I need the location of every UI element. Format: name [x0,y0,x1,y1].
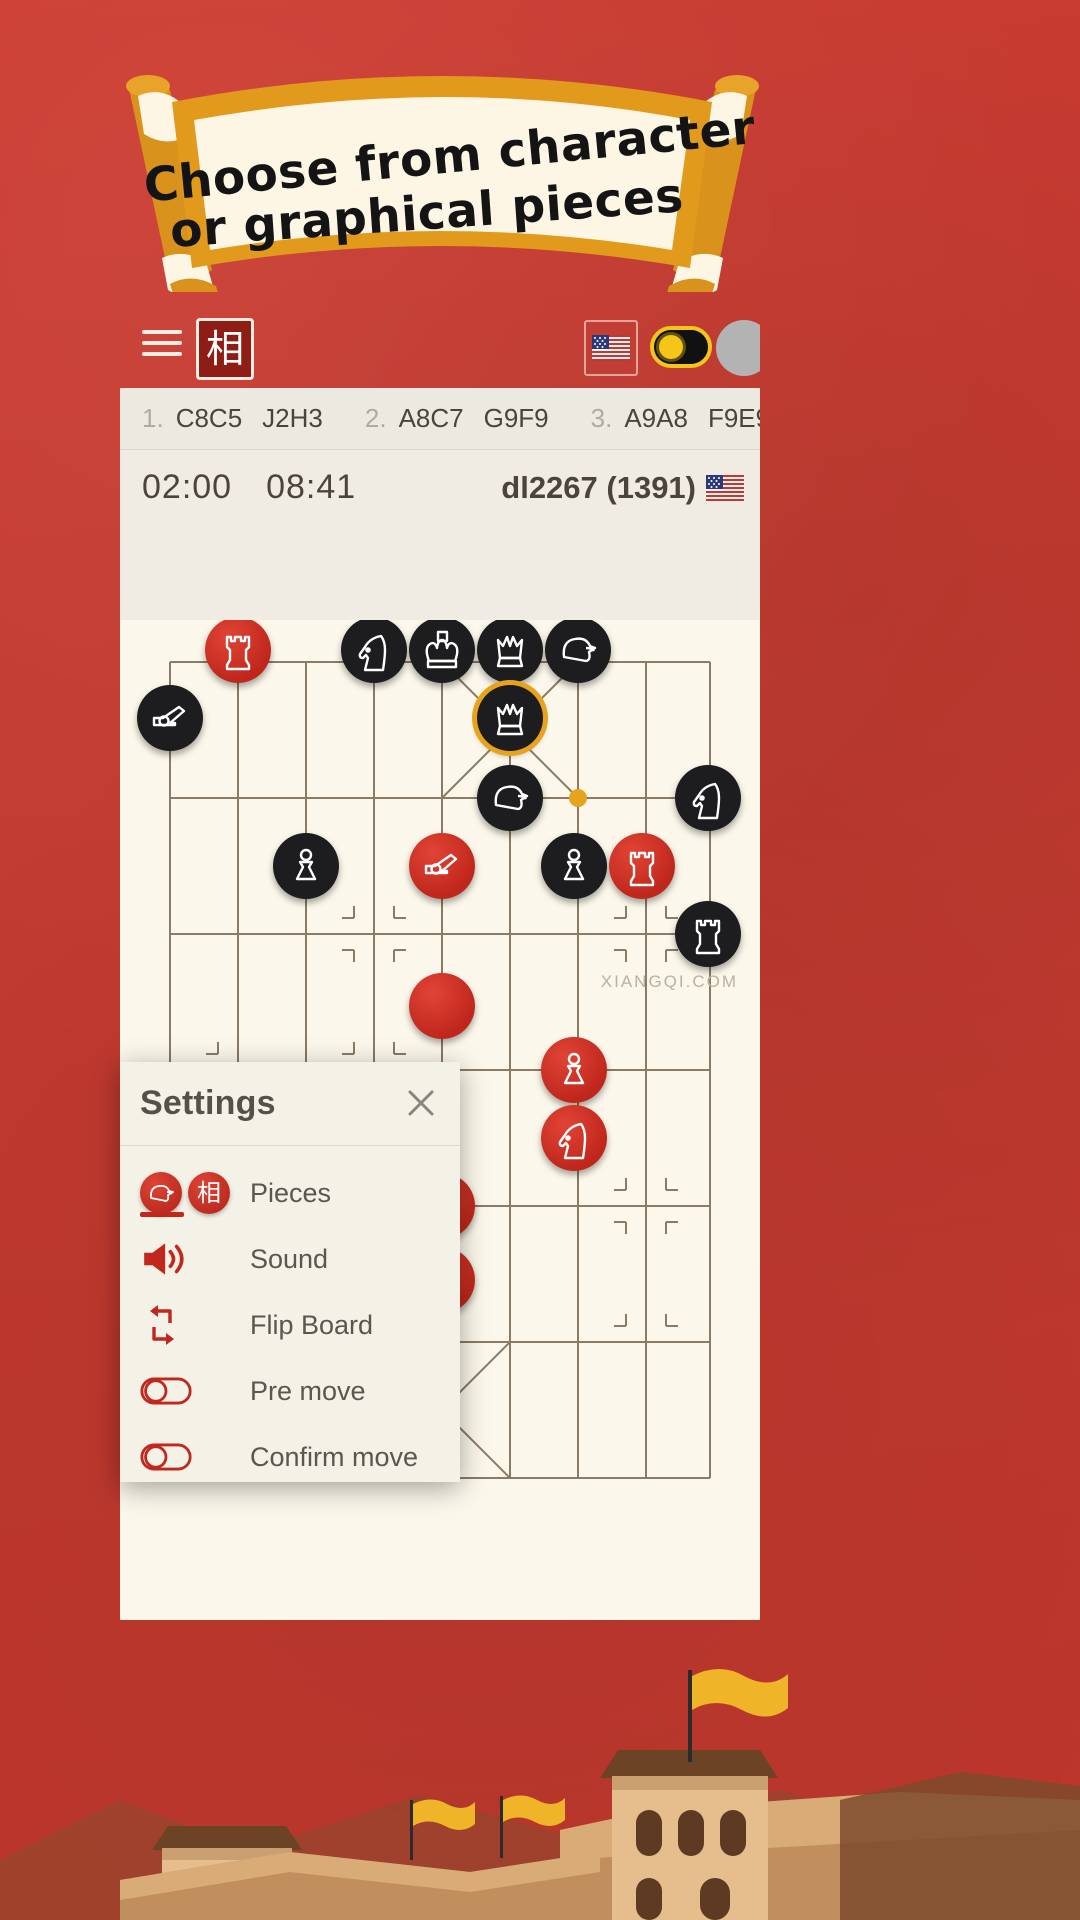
us-flag-icon [706,475,744,501]
move-black[interactable]: F9E9 [708,403,760,434]
move-red[interactable]: C8C5 [176,403,242,434]
piece-red-chariot[interactable] [205,620,271,683]
close-icon[interactable] [402,1084,440,1122]
piece-black-cannon[interactable] [137,685,203,751]
scroll-graphic [126,75,759,313]
settings-label-confirm-move: Confirm move [250,1441,419,1472]
move-list[interactable]: 1. C8C5 J2H3 2. A8C7 G9F9 3. A9A8 F9E9 4… [120,388,760,450]
piece-black-general[interactable] [409,620,475,683]
promo-banner: Choose from character or graphical piece… [110,62,775,313]
piece-red-chariot-2[interactable] [609,833,675,899]
player-name: dl2267 (1391) [501,470,696,505]
settings-label-pieces: Pieces [250,1177,332,1208]
move-number: 2. [364,403,387,433]
settings-list: 相 Pieces Sound Flip Board Pre move Confi… [120,1146,460,1482]
advisor-icon [496,635,524,668]
speaker-icon [144,1243,184,1275]
chariot-icon [225,635,251,671]
pieces-style-options[interactable]: 相 [140,1172,232,1217]
chariot-icon [695,919,721,955]
move-number: 1. [142,403,164,433]
toggle-switch-icon[interactable] [140,1376,192,1406]
move-group: 2. A8C7 G9F9 [365,403,569,434]
advisor-icon [496,703,524,736]
piece-red-partial-1[interactable] [409,973,475,1039]
piece-black-soldier[interactable] [273,833,339,899]
elephant-icon [150,1184,174,1202]
horse-icon [358,634,387,672]
settings-panel: Settings 相 Pieces Sound Flip Board Pre m… [120,1062,460,1482]
move-group: 3. A9A8 F9E9 [591,403,760,434]
move-red[interactable]: A8C7 [399,403,464,434]
move-red[interactable]: A9A8 [624,403,688,434]
move-black[interactable]: J2H3 [262,403,323,434]
general-icon [425,630,459,669]
app-logo[interactable]: 相 [196,318,254,380]
flip-board-icon [150,1305,174,1345]
settings-header: Settings [120,1062,460,1146]
user-avatar[interactable] [716,320,760,376]
pieces-option-graphical[interactable] [140,1172,182,1214]
settings-label-sound: Sound [250,1243,329,1274]
board-watermark: XIANGQI.COM [600,972,738,991]
chariot-icon [629,851,655,887]
cannon-icon [424,853,458,875]
sun-icon [659,335,683,359]
piece-black-horse[interactable] [341,620,407,683]
cannon-icon [152,705,186,727]
tower-flag-right [688,1669,788,1762]
settings-row-flip-board[interactable]: Flip Board [120,1292,460,1358]
piece-black-elephant[interactable] [545,620,611,683]
piece-red-soldier[interactable] [541,1037,607,1103]
move-number: 3. [590,403,613,433]
settings-title: Settings [140,1084,276,1122]
soldier-icon [563,848,585,881]
character-piece-label: 相 [197,1179,221,1207]
settings-row-confirm-move[interactable]: Confirm move [120,1424,460,1482]
piece-black-advisor-selected[interactable] [477,685,543,751]
piece-black-advisor[interactable] [477,620,543,683]
piece-black-horse-2[interactable] [675,765,741,831]
piece-black-elephant-2[interactable] [477,765,543,831]
opponent-info[interactable]: dl2267 (1391) [501,470,744,506]
app-header: 相 [120,300,760,388]
hamburger-menu-icon[interactable] [142,330,182,358]
settings-label-flip-board: Flip Board [250,1309,374,1340]
legal-move-dot[interactable] [569,789,587,807]
elephant-icon [562,637,597,663]
soldier-icon [563,1052,585,1085]
elephant-icon [494,785,529,811]
settings-label-pre-move: Pre move [250,1375,366,1406]
dark-mode-toggle[interactable] [650,326,712,368]
settings-row-pieces[interactable]: 相 Pieces [120,1160,460,1226]
soldier-icon [295,848,317,881]
piece-black-soldier-2[interactable] [541,833,607,899]
us-flag-icon [592,335,630,361]
settings-row-sound[interactable]: Sound [120,1226,460,1292]
piece-red-cannon[interactable] [409,833,475,899]
pieces-selected-underline [140,1212,184,1217]
horse-icon [558,1122,587,1160]
move-black[interactable]: G9F9 [484,403,549,434]
toggle-switch-icon[interactable] [140,1442,192,1472]
clock-increment: 02:00 [142,468,233,506]
piece-black-chariot[interactable] [675,901,741,967]
clock-group: 02:00 08:41 [142,468,356,507]
game-info-bar: 02:00 08:41 dl2267 (1391) [120,450,760,620]
piece-red-horse[interactable] [541,1105,607,1171]
settings-row-pre-move[interactable]: Pre move [120,1358,460,1424]
move-group: 1. C8C5 J2H3 [142,403,343,434]
language-flag-button[interactable] [584,320,638,376]
clock-main: 08:41 [266,468,357,506]
horse-icon [692,782,721,820]
pieces-option-character[interactable]: 相 [188,1172,230,1214]
